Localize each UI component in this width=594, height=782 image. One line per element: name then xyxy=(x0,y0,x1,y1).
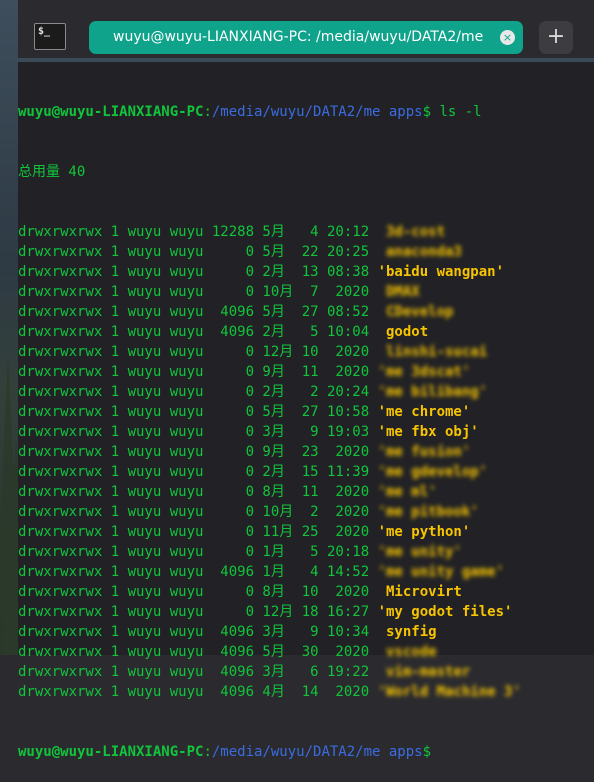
prompt-line-current: wuyu@wuyu-LIANXIANG-PC:/media/wuyu/DATA2… xyxy=(18,742,594,762)
file-name[interactable]: 'me python' xyxy=(378,524,471,540)
file-name[interactable]: 'me fbx obj' xyxy=(378,424,479,440)
file-meta: drwxrwxrwx 1 wuyu wuyu 0 2月 13 08:38 xyxy=(18,264,378,280)
file-name[interactable]: 'me ml' xyxy=(378,484,437,500)
list-item: drwxrwxrwx 1 wuyu wuyu 0 5月 22 20:25 ana… xyxy=(18,242,594,262)
list-item: drwxrwxrwx 1 wuyu wuyu 4096 3月 9 10:34 s… xyxy=(18,622,594,642)
file-name[interactable]: 'me unity game' xyxy=(378,564,504,580)
list-item: drwxrwxrwx 1 wuyu wuyu 0 5月 27 10:58 'me… xyxy=(18,402,594,422)
prompt-path: /media/wuyu/DATA2/me apps xyxy=(211,744,423,760)
file-name[interactable]: 'me chrome' xyxy=(378,404,471,420)
file-meta: drwxrwxrwx 1 wuyu wuyu 0 2月 2 20:24 xyxy=(18,384,378,400)
file-name[interactable]: DMAX xyxy=(378,284,420,300)
prompt-user-host: wuyu@wuyu-LIANXIANG-PC xyxy=(18,744,204,760)
list-item: drwxrwxrwx 1 wuyu wuyu 4096 2月 5 10:04 g… xyxy=(18,322,594,342)
new-tab-button[interactable]: + xyxy=(539,21,573,54)
list-item: drwxrwxrwx 1 wuyu wuyu 0 11月 25 2020 'me… xyxy=(18,522,594,542)
tab-title: wuyu@wuyu-LIANXIANG-PC: /media/wuyu/DATA… xyxy=(113,29,485,45)
terminal-icon-glyph: $_ xyxy=(38,26,51,37)
terminal-titlebar: $_ wuyu@wuyu-LIANXIANG-PC: /media/wuyu/D… xyxy=(18,0,594,58)
list-item: drwxrwxrwx 1 wuyu wuyu 0 9月 23 2020 'me … xyxy=(18,442,594,462)
file-meta: drwxrwxrwx 1 wuyu wuyu 12288 5月 4 20:12 xyxy=(18,224,378,240)
terminal-output[interactable]: wuyu@wuyu-LIANXIANG-PC:/media/wuyu/DATA2… xyxy=(18,62,594,760)
file-name[interactable]: 'me gdevelop' xyxy=(378,464,488,480)
file-meta: drwxrwxrwx 1 wuyu wuyu 4096 4月 14 2020 xyxy=(18,684,378,700)
list-item: drwxrwxrwx 1 wuyu wuyu 4096 5月 27 08:52 … xyxy=(18,302,594,322)
file-name[interactable]: 'me 3dscat' xyxy=(378,364,471,380)
list-item: drwxrwxrwx 1 wuyu wuyu 0 8月 11 2020 'me … xyxy=(18,482,594,502)
list-item: drwxrwxrwx 1 wuyu wuyu 0 3月 9 19:03 'me … xyxy=(18,422,594,442)
file-name[interactable]: anaconda3 xyxy=(378,244,462,260)
file-name[interactable]: synfig xyxy=(378,624,437,640)
prompt-symbol: $ xyxy=(422,104,432,120)
file-meta: drwxrwxrwx 1 wuyu wuyu 4096 3月 6 19:22 xyxy=(18,664,378,680)
list-item: drwxrwxrwx 1 wuyu wuyu 0 10月 7 2020 DMAX xyxy=(18,282,594,302)
list-item: drwxrwxrwx 1 wuyu wuyu 0 9月 11 2020 'me … xyxy=(18,362,594,382)
file-meta: drwxrwxrwx 1 wuyu wuyu 0 8月 11 2020 xyxy=(18,484,378,500)
file-name[interactable]: 3d-cost xyxy=(378,224,445,240)
file-meta: drwxrwxrwx 1 wuyu wuyu 0 9月 23 2020 xyxy=(18,444,378,460)
file-meta: drwxrwxrwx 1 wuyu wuyu 0 12月 18 16:27 xyxy=(18,604,378,620)
list-item: drwxrwxrwx 1 wuyu wuyu 0 10月 2 2020 'me … xyxy=(18,502,594,522)
file-meta: drwxrwxrwx 1 wuyu wuyu 0 10月 2 2020 xyxy=(18,504,378,520)
list-item: drwxrwxrwx 1 wuyu wuyu 0 2月 2 20:24 'me … xyxy=(18,382,594,402)
file-name[interactable]: 'my godot files' xyxy=(378,604,513,620)
file-name[interactable]: godot xyxy=(378,324,428,340)
prompt-line: wuyu@wuyu-LIANXIANG-PC:/media/wuyu/DATA2… xyxy=(18,102,594,122)
command-text: ls -l xyxy=(431,104,482,120)
file-name[interactable]: vscode xyxy=(378,644,437,660)
file-name[interactable]: 'me bilibang' xyxy=(378,384,488,400)
file-name[interactable]: vim-master xyxy=(378,664,470,680)
list-item: drwxrwxrwx 1 wuyu wuyu 0 2月 13 08:38 'ba… xyxy=(18,262,594,282)
file-meta: drwxrwxrwx 1 wuyu wuyu 0 2月 15 11:39 xyxy=(18,464,378,480)
file-meta: drwxrwxrwx 1 wuyu wuyu 0 5月 22 20:25 xyxy=(18,244,378,260)
prompt-separator: : xyxy=(203,744,212,760)
listing: drwxrwxrwx 1 wuyu wuyu 12288 5月 4 20:12 … xyxy=(18,222,594,702)
list-item: drwxrwxrwx 1 wuyu wuyu 4096 1月 4 14:52 '… xyxy=(18,562,594,582)
list-item: drwxrwxrwx 1 wuyu wuyu 0 1月 5 20:18 'me … xyxy=(18,542,594,562)
file-meta: drwxrwxrwx 1 wuyu wuyu 4096 5月 27 08:52 xyxy=(18,304,378,320)
list-item: drwxrwxrwx 1 wuyu wuyu 0 12月 10 2020 lin… xyxy=(18,342,594,362)
list-item: drwxrwxrwx 1 wuyu wuyu 0 2月 15 11:39 'me… xyxy=(18,462,594,482)
file-name[interactable]: 'me unity' xyxy=(378,544,462,560)
file-meta: drwxrwxrwx 1 wuyu wuyu 0 3月 9 19:03 xyxy=(18,424,378,440)
file-meta: drwxrwxrwx 1 wuyu wuyu 0 11月 25 2020 xyxy=(18,524,378,540)
file-meta: drwxrwxrwx 1 wuyu wuyu 0 1月 5 20:18 xyxy=(18,544,378,560)
total-line: 总用量 40 xyxy=(18,164,86,180)
file-meta: drwxrwxrwx 1 wuyu wuyu 4096 2月 5 10:04 xyxy=(18,324,378,340)
file-name[interactable]: 'me pitbook' xyxy=(378,504,479,520)
file-name[interactable]: 'World Machine 3' xyxy=(378,684,521,700)
file-meta: drwxrwxrwx 1 wuyu wuyu 0 10月 7 2020 xyxy=(18,284,378,300)
prompt-path: /media/wuyu/DATA2/me apps xyxy=(211,104,423,120)
close-tab-icon[interactable]: × xyxy=(500,30,515,45)
list-item: drwxrwxrwx 1 wuyu wuyu 4096 5月 30 2020 v… xyxy=(18,642,594,662)
file-meta: drwxrwxrwx 1 wuyu wuyu 0 8月 10 2020 xyxy=(18,584,378,600)
file-meta: drwxrwxrwx 1 wuyu wuyu 0 9月 11 2020 xyxy=(18,364,378,380)
terminal-icon[interactable]: $_ xyxy=(34,23,66,50)
file-name[interactable]: CDevelop xyxy=(378,304,453,320)
prompt-user-host: wuyu@wuyu-LIANXIANG-PC xyxy=(18,104,204,120)
tab-active-terminal[interactable]: wuyu@wuyu-LIANXIANG-PC: /media/wuyu/DATA… xyxy=(89,21,523,54)
prompt-symbol: $ xyxy=(422,744,432,760)
file-meta: drwxrwxrwx 1 wuyu wuyu 0 5月 27 10:58 xyxy=(18,404,378,420)
file-name[interactable]: Microvirt xyxy=(378,584,462,600)
list-item: drwxrwxrwx 1 wuyu wuyu 4096 4月 14 2020 '… xyxy=(18,682,594,702)
list-item: drwxrwxrwx 1 wuyu wuyu 0 8月 10 2020 Micr… xyxy=(18,582,594,602)
file-meta: drwxrwxrwx 1 wuyu wuyu 4096 5月 30 2020 xyxy=(18,644,378,660)
list-item: drwxrwxrwx 1 wuyu wuyu 0 12月 18 16:27 'm… xyxy=(18,602,594,622)
list-item: drwxrwxrwx 1 wuyu wuyu 4096 3月 6 19:22 v… xyxy=(18,662,594,682)
file-name[interactable]: 'me fusion' xyxy=(378,444,471,460)
file-name[interactable]: 'baidu wangpan' xyxy=(378,264,504,280)
file-meta: drwxrwxrwx 1 wuyu wuyu 4096 3月 9 10:34 xyxy=(18,624,378,640)
file-meta: drwxrwxrwx 1 wuyu wuyu 4096 1月 4 14:52 xyxy=(18,564,378,580)
file-name[interactable]: linshi-sucai xyxy=(378,344,487,360)
prompt-separator: : xyxy=(203,104,212,120)
file-meta: drwxrwxrwx 1 wuyu wuyu 0 12月 10 2020 xyxy=(18,344,378,360)
list-item: drwxrwxrwx 1 wuyu wuyu 12288 5月 4 20:12 … xyxy=(18,222,594,242)
